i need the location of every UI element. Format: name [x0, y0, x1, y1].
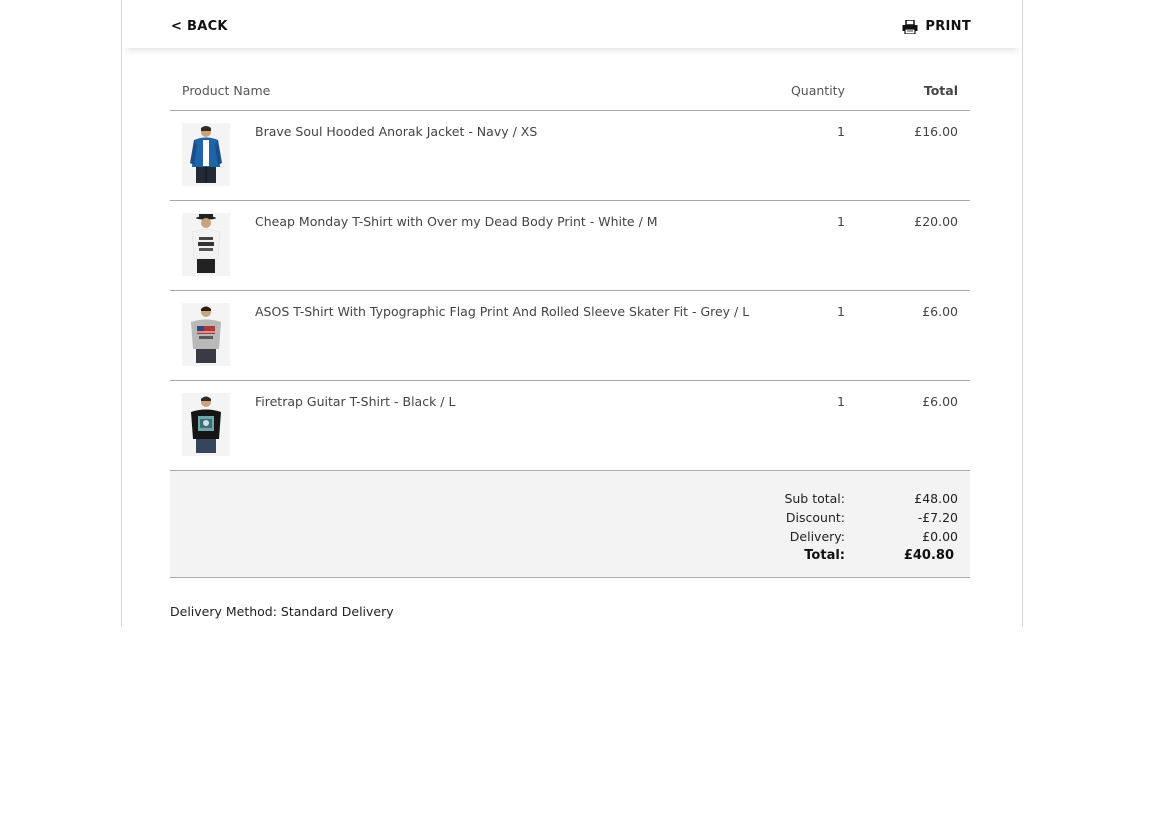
grand-total-value: £40.80	[903, 548, 954, 563]
product-total: £6.00	[922, 394, 958, 409]
grand-total-label: Total:	[804, 548, 845, 563]
table-row: Brave Soul Hooded Anorak Jacket - Navy /…	[170, 111, 970, 201]
grand-total-line: Total: £40.80	[170, 548, 970, 566]
product-name[interactable]: ASOS T-Shirt With Typographic Flag Print…	[255, 304, 749, 319]
column-header-product-name: Product Name	[182, 83, 271, 98]
delivery-label: Delivery:	[789, 529, 845, 544]
product-thumbnail-white-tshirt[interactable]	[182, 213, 230, 276]
delivery-line: Delivery: £0.00	[170, 529, 970, 547]
order-details-panel: < BACK PRINT Product Name Quantity Total	[121, 0, 1023, 627]
discount-line: Discount: -£7.20	[170, 510, 970, 528]
product-name[interactable]: Firetrap Guitar T-Shirt - Black / L	[255, 394, 455, 409]
subtotal-line: Sub total: £48.00	[170, 491, 970, 509]
product-total: £16.00	[914, 124, 958, 139]
table-row: ASOS T-Shirt With Typographic Flag Print…	[170, 291, 970, 381]
column-header-quantity: Quantity	[790, 83, 845, 98]
order-summary: Sub total: £48.00 Discount: -£7.20 Deliv…	[170, 471, 970, 578]
column-header-total: Total	[923, 83, 958, 98]
product-quantity: 1	[837, 214, 845, 229]
table-header: Product Name Quantity Total	[170, 70, 970, 111]
product-quantity: 1	[837, 394, 845, 409]
discount-label: Discount:	[785, 510, 845, 525]
product-thumbnail-jacket[interactable]	[182, 123, 230, 186]
back-link[interactable]: < BACK	[171, 19, 228, 34]
product-quantity: 1	[837, 124, 845, 139]
delivery-value: £0.00	[922, 529, 958, 544]
product-total: £20.00	[914, 214, 958, 229]
product-thumbnail-black-tshirt[interactable]	[182, 393, 230, 456]
product-total: £6.00	[922, 304, 958, 319]
table-row: Firetrap Guitar T-Shirt - Black / L 1 £6…	[170, 381, 970, 471]
product-quantity: 1	[837, 304, 845, 319]
subtotal-value: £48.00	[914, 491, 958, 506]
product-name[interactable]: Brave Soul Hooded Anorak Jacket - Navy /…	[255, 124, 537, 139]
delivery-method: Delivery Method: Standard Delivery	[170, 604, 394, 619]
print-label: PRINT	[925, 19, 971, 34]
print-button[interactable]: PRINT	[902, 18, 971, 35]
order-items-table: Product Name Quantity Total Brave Soul H	[170, 70, 970, 578]
order-header: < BACK PRINT	[122, 0, 1022, 48]
product-name[interactable]: Cheap Monday T-Shirt with Over my Dead B…	[255, 214, 658, 229]
printer-icon	[902, 18, 918, 35]
product-thumbnail-grey-tshirt[interactable]	[182, 303, 230, 366]
subtotal-label: Sub total:	[784, 491, 845, 506]
discount-value: -£7.20	[917, 510, 958, 525]
table-row: Cheap Monday T-Shirt with Over my Dead B…	[170, 201, 970, 291]
